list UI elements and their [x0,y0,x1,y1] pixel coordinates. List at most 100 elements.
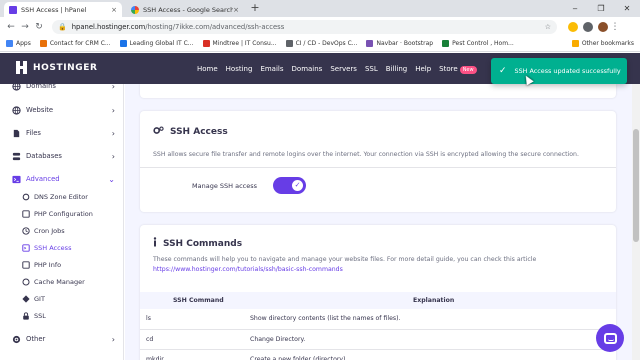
sidebar-item-other[interactable]: Other › [0,331,124,347]
sidebar-item-ssh-access[interactable]: SSH Access [0,241,124,255]
sidebar-item-php-configuration[interactable]: PHP Configuration [0,207,124,221]
nav-ssl[interactable]: SSL [365,65,378,73]
apps-grid-icon [6,40,13,47]
minimize-button[interactable]: ‒ [562,0,588,17]
live-chat-button[interactable] [596,324,624,352]
nav-hosting[interactable]: Hosting [226,65,253,73]
scrollbar-thumb[interactable] [633,129,639,242]
sidebar-item-databases[interactable]: Databases › [0,148,124,164]
close-window-button[interactable]: ✕ [614,0,640,17]
chevron-down-icon: ⌄ [108,174,115,184]
tab-hpanel[interactable]: SSH Access | hPanel × [4,2,122,17]
hostinger-logo[interactable]: HOSTINGER [16,61,98,74]
nav-store[interactable]: Store New [439,64,477,74]
bookmark-item[interactable]: Pest Control , Hom... [442,40,514,47]
bookmark-favicon-icon [366,40,374,47]
cache-icon [22,278,30,286]
nav-home[interactable]: Home [197,65,218,73]
other-bookmarks[interactable]: Other bookmarks [571,40,634,47]
browser-tab-strip: SSH Access | hPanel × SSH Access - Googl… [0,0,640,17]
bookmark-item[interactable]: Navbar · Bootstrap [366,40,433,47]
globe-icon [12,81,21,91]
ssh-access-card: SSH Access SSH allows secure file transf… [140,111,616,212]
close-tab-icon[interactable]: × [111,6,117,14]
bookmark-item[interactable]: CI / CD - DevOps C... [285,40,357,47]
ssh-access-title: SSH Access [153,126,228,138]
nav-servers[interactable]: Servers [330,65,357,73]
dns-icon [22,193,30,201]
profile-avatar[interactable] [598,21,608,32]
folder-icon [571,40,579,47]
manage-ssh-label: Manage SSH access [192,181,257,190]
nav-help[interactable]: Help [415,65,431,73]
sidebar-item-ssl[interactable]: SSL [0,309,124,323]
nav-store-label: Store [439,64,458,73]
extension-icon[interactable] [583,21,593,32]
nav-billing[interactable]: Billing [386,65,407,73]
reload-icon[interactable]: ↻ [32,20,46,34]
gear-icon [12,335,21,344]
ssh-icon [22,244,30,252]
ssh-commands-title: SSH Commands [153,237,242,250]
sidebar: Domains › Website › Files › Databases › … [0,82,124,360]
chevron-right-icon: › [111,81,115,91]
menu-icon[interactable]: ⋮ [608,20,622,34]
globe-icon [12,105,21,115]
maximize-button[interactable]: ❐ [588,0,614,17]
bookmark-item[interactable]: Mindtree | IT Consu... [202,40,277,47]
bookmark-item[interactable]: Contact for CRM C... [39,40,111,47]
sidebar-item-php-info[interactable]: PHP Info [0,258,124,272]
sidebar-item-cache-manager[interactable]: Cache Manager [0,275,124,289]
manage-ssh-toggle[interactable]: ✓ [273,177,306,194]
nav-domains[interactable]: Domains [292,65,323,73]
bookmark-item[interactable]: Leading Global IT C... [119,40,194,47]
back-icon[interactable]: ← [4,20,18,34]
sidebar-item-files[interactable]: Files › [0,125,124,141]
bookmarks-bar: Apps Contact for CRM C... Leading Global… [0,36,640,52]
sidebar-item-cron-jobs[interactable]: Cron Jobs [0,224,124,238]
database-icon [12,152,21,161]
sidebar-item-dns-zone-editor[interactable]: DNS Zone Editor [0,190,124,204]
forward-icon[interactable]: → [18,20,32,34]
chat-icon [603,332,617,344]
check-icon: ✓ [499,66,507,76]
sidebar-item-git[interactable]: GIT [0,292,124,306]
command-cell: mkdir [140,349,250,360]
ssh-commands-description: These commands will help you to navigate… [153,256,537,273]
logo-text: HOSTINGER [33,62,98,73]
ssh-access-description: SSH allows secure file transfer and remo… [153,151,579,158]
main-content: SSH Access SSH allows secure file transf… [125,84,640,360]
bookmark-apps[interactable]: Apps [6,40,31,47]
terminal-icon [12,175,21,184]
sidebar-item-domains[interactable]: Domains › [0,78,124,94]
nav-emails[interactable]: Emails [260,65,283,73]
divider [140,167,616,168]
check-icon: ✓ [292,180,303,191]
extension-icon[interactable] [568,21,578,32]
top-nav: Home Hosting Emails Domains Servers SSL … [197,53,485,84]
manage-ssh-row: Manage SSH access ✓ [192,177,306,194]
bookmark-favicon-icon [202,40,210,47]
tab-google-search[interactable]: SSH Access - Google Search × [126,2,244,17]
close-tab-icon[interactable]: × [233,6,239,14]
lock-icon: 🔒 [58,22,67,31]
star-icon[interactable]: ☆ [545,23,551,31]
php-icon [22,210,30,218]
sidebar-item-website[interactable]: Website › [0,102,124,118]
bookmark-favicon-icon [39,40,47,47]
url-input[interactable]: 🔒 hpanel.hostinger.com /hosting/7ikke.co… [52,19,557,34]
success-toast[interactable]: ✓ SSH Access updated successfully [491,58,627,84]
command-cell: cd [140,329,250,350]
table-row: mkdir Create a new folder (directory). [140,349,616,360]
ssh-commands-article-link[interactable]: https://www.hostinger.com/tutorials/ssh/… [153,266,343,273]
google-favicon-icon [131,5,139,14]
tab-label: SSH Access | hPanel [21,5,87,14]
new-tab-button[interactable]: + [248,2,262,16]
chevron-right-icon: › [111,334,115,344]
window-controls: ‒ ❐ ✕ [562,0,640,17]
bookmark-favicon-icon [442,40,450,47]
clock-icon [22,227,30,235]
sidebar-item-advanced[interactable]: Advanced ⌄ [0,171,124,187]
page-scrollbar[interactable] [632,84,640,360]
chevron-right-icon: › [111,105,115,115]
